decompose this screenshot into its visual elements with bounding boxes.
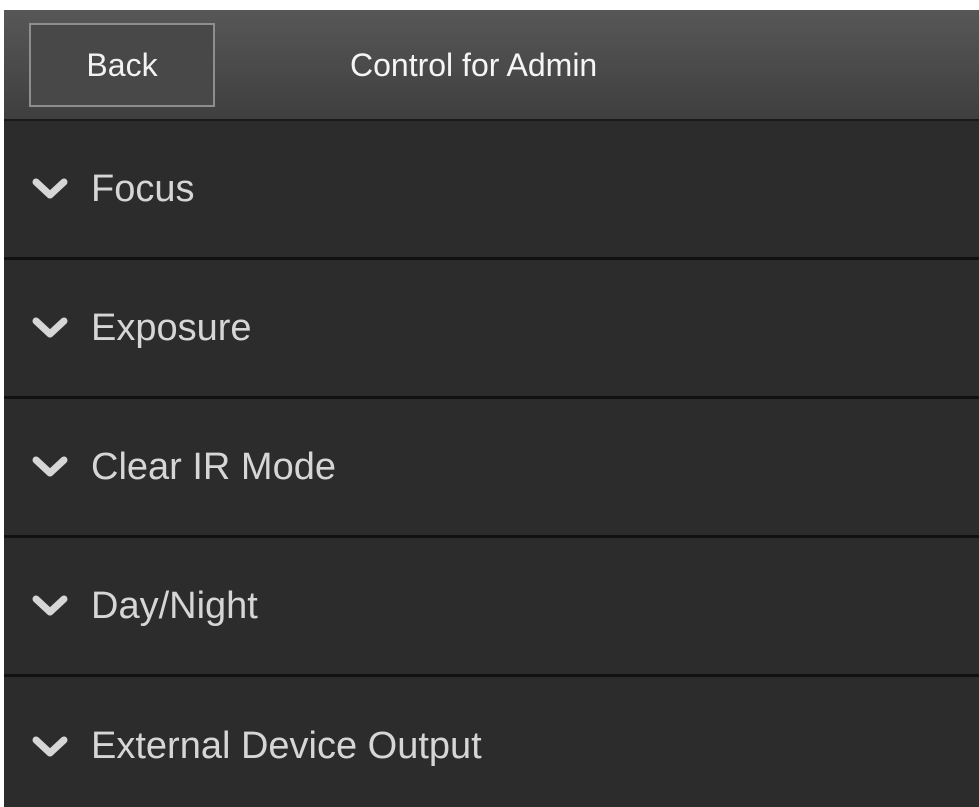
back-button[interactable]: Back — [29, 23, 215, 107]
header-bar: Back Control for Admin — [4, 10, 979, 121]
section-clear-ir-mode[interactable]: Clear IR Mode — [4, 399, 979, 538]
section-label: Clear IR Mode — [91, 445, 336, 488]
section-label: Exposure — [91, 306, 252, 349]
section-external-device-output[interactable]: External Device Output — [4, 677, 979, 807]
app-frame: Back Control for Admin Focus Exposure Cl… — [4, 10, 979, 807]
chevron-down-icon — [32, 178, 68, 199]
section-exposure[interactable]: Exposure — [4, 260, 979, 399]
chevron-down-icon — [32, 456, 68, 477]
chevron-down-icon — [32, 595, 68, 616]
section-day-night[interactable]: Day/Night — [4, 538, 979, 677]
section-label: Focus — [91, 167, 195, 210]
section-label: External Device Output — [91, 725, 482, 767]
chevron-down-icon — [32, 736, 68, 756]
section-focus[interactable]: Focus — [4, 121, 979, 260]
chevron-down-icon — [32, 317, 68, 338]
page-title: Control for Admin — [350, 47, 598, 83]
section-label: Day/Night — [91, 584, 258, 627]
